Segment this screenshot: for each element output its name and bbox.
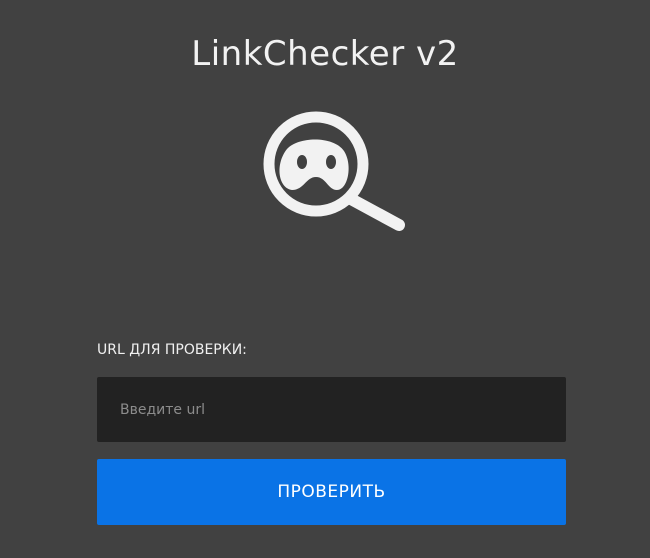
magnifier-icon bbox=[263, 111, 405, 231]
url-input[interactable] bbox=[97, 377, 566, 442]
check-button[interactable]: ПРОВЕРИТЬ bbox=[97, 459, 566, 525]
page: LinkChecker v2 URL ДЛЯ ПРОВЕРКИ: ПРОВЕРИ… bbox=[0, 0, 650, 558]
app-title: LinkChecker v2 bbox=[191, 34, 459, 74]
url-field-label: URL ДЛЯ ПРОВЕРКИ: bbox=[97, 342, 247, 358]
